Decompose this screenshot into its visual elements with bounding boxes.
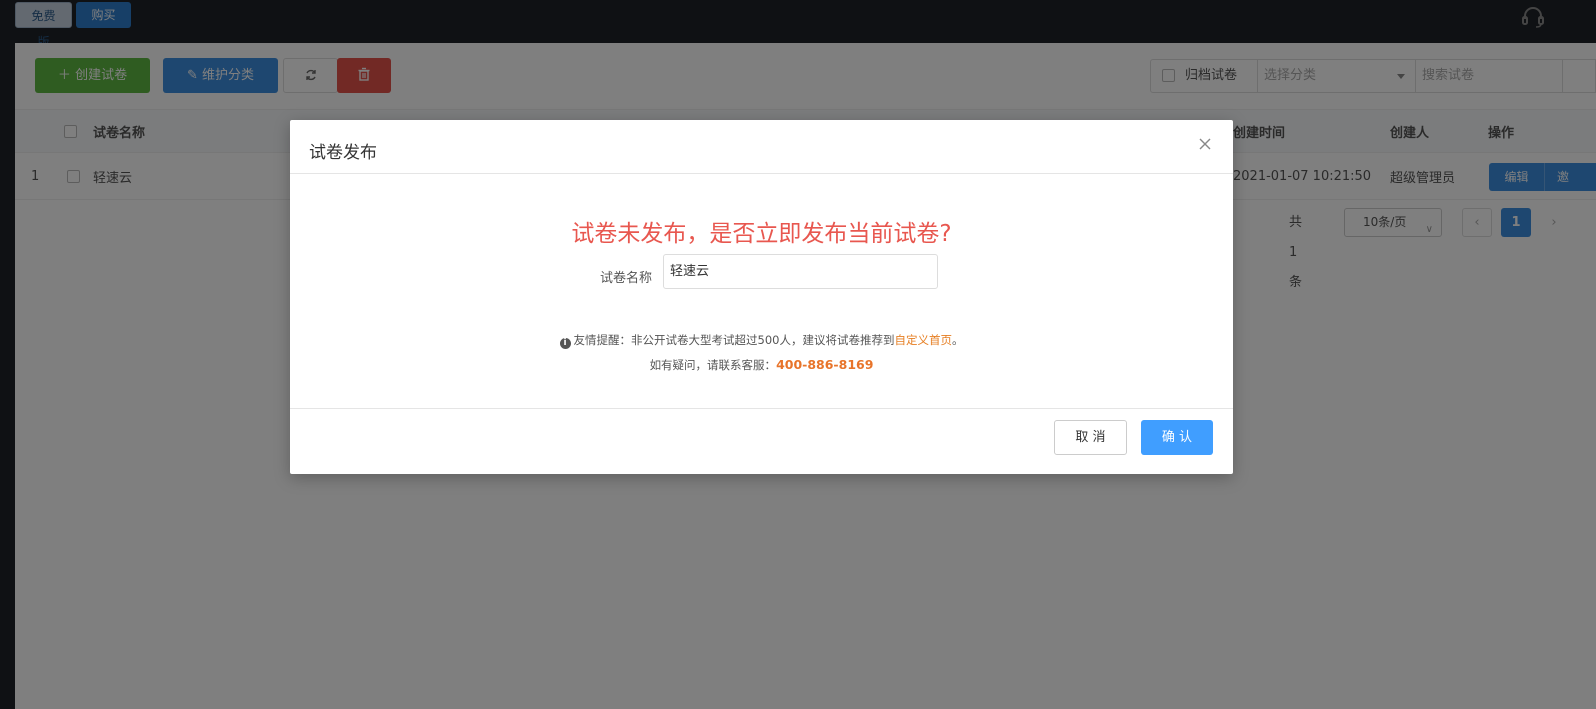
dialog-title: 试卷发布 xyxy=(309,143,377,163)
info-icon: i xyxy=(559,338,571,349)
close-icon[interactable] xyxy=(1197,136,1213,152)
publish-exam-dialog: 试卷发布 试卷未发布，是否立即发布当前试卷? 试卷名称 轻速云 i 友情提醒：非公… xyxy=(290,120,1233,474)
exam-name-input[interactable]: 轻速云 xyxy=(663,254,938,289)
confirm-button[interactable]: 确 认 xyxy=(1141,420,1213,455)
dialog-body: 试卷未发布，是否立即发布当前试卷? 试卷名称 轻速云 i 友情提醒：非公开试卷大型… xyxy=(290,174,1233,408)
unpublished-warning: 试卷未发布，是否立即发布当前试卷? xyxy=(571,221,952,247)
friendly-reminder: i 友情提醒：非公开试卷大型考试超过500人，建议将试卷推荐到自定义首页。 xyxy=(290,332,1233,349)
tip-text: 友情提醒：非公开试卷大型考试超过500人，建议将试卷推荐到 xyxy=(573,333,895,347)
support-phone: 400-886-8169 xyxy=(776,357,874,372)
contact-support: 如有疑问，请联系客服：400-886-8169 xyxy=(290,357,1233,373)
exam-name-label: 试卷名称 xyxy=(599,271,652,286)
dialog-header: 试卷发布 xyxy=(290,120,1233,174)
dialog-footer: 取 消 确 认 xyxy=(290,408,1233,474)
cancel-button[interactable]: 取 消 xyxy=(1054,420,1127,455)
tip-suffix: 。 xyxy=(951,333,964,347)
custom-homepage-link[interactable]: 自定义首页 xyxy=(894,333,952,347)
contact-text: 如有疑问，请联系客服： xyxy=(649,358,777,372)
